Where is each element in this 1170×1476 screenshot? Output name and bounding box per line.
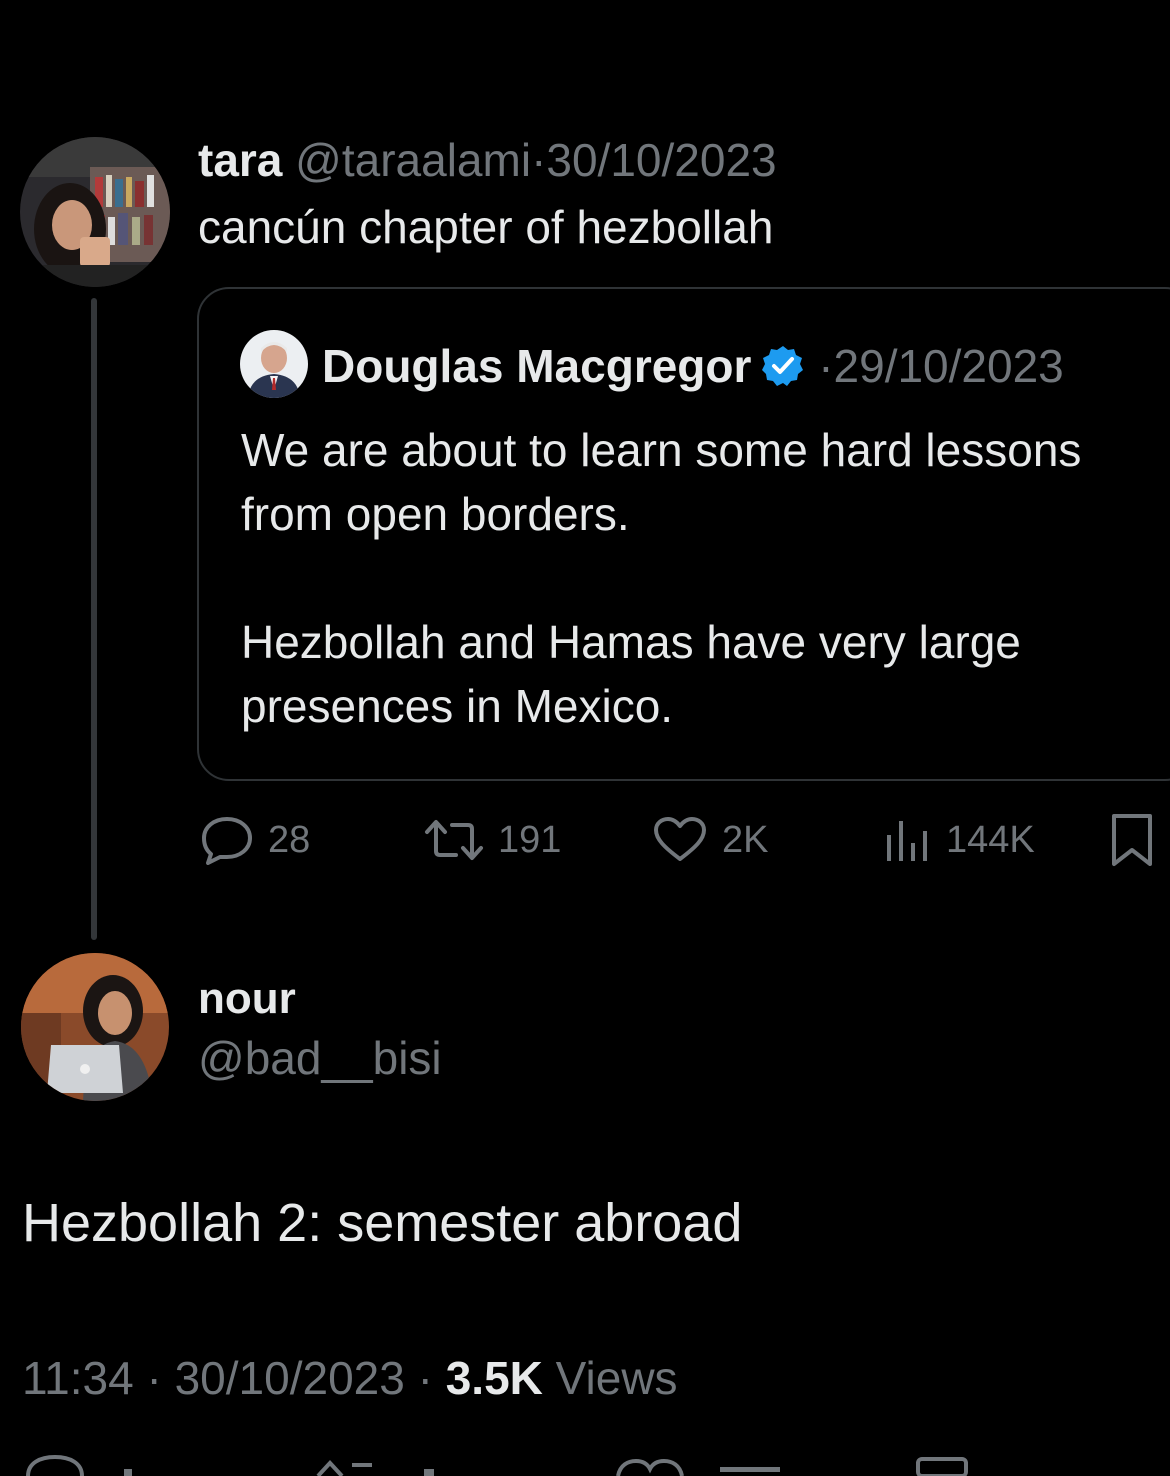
author-handle[interactable]: @taraalami — [295, 134, 531, 186]
reply-text: Hezbollah 2: semester abroad — [22, 1193, 743, 1253]
views-total: 3.5K — [445, 1352, 543, 1404]
bookmark-action[interactable] — [1108, 812, 1170, 868]
separator-dot: · — [531, 134, 547, 186]
quote-date[interactable]: 29/10/2023 — [834, 340, 1064, 392]
separator-dot: · — [146, 1352, 162, 1404]
views-label: Views — [555, 1352, 678, 1404]
reply-action[interactable]: 28 — [200, 812, 310, 868]
tweet-time[interactable]: 11:34 — [22, 1352, 134, 1404]
heart-icon — [654, 817, 706, 861]
retweet-count: 191 — [498, 818, 562, 861]
thread-connector-line — [91, 298, 97, 940]
reply-count: 28 — [268, 818, 311, 861]
like-count: 2K — [722, 818, 769, 861]
quote-author-avatar[interactable] — [240, 330, 308, 398]
tweet-full-date[interactable]: 30/10/2023 — [175, 1352, 405, 1404]
reply-author-handle[interactable]: @bad__bisi — [198, 1030, 442, 1086]
reply-author-name[interactable]: nour — [198, 972, 296, 1026]
separator-dot: · — [417, 1352, 433, 1404]
quote-header: Douglas Macgregor ·29/10/2023 — [322, 338, 1064, 400]
tara-avatar[interactable] — [20, 137, 170, 287]
retweet-icon — [425, 820, 483, 860]
bottom-action-bar — [0, 1455, 1170, 1476]
reply-icon — [202, 817, 252, 865]
tweet-text: cancún chapter of hezbollah — [198, 201, 774, 253]
tweet-header: tara @taraalami·30/10/2023 — [198, 132, 777, 188]
nour-avatar[interactable] — [21, 953, 169, 1101]
quote-author-name[interactable]: Douglas Macgregor — [322, 340, 751, 392]
separator-dot: · — [818, 340, 834, 392]
retweet-action[interactable]: 191 — [424, 812, 561, 868]
bookmark-icon — [1112, 814, 1152, 866]
tweet-meta: 11:34 · 30/10/2023 · 3.5K Views — [22, 1350, 678, 1406]
tweet-date[interactable]: 30/10/2023 — [546, 134, 776, 186]
quote-paragraph-1: We are about to learn some hard lessons … — [241, 424, 1082, 540]
views-count: 144K — [946, 818, 1035, 861]
verified-badge-icon — [761, 344, 805, 400]
like-action[interactable]: 2K — [652, 812, 768, 868]
analytics-icon — [887, 821, 927, 861]
quote-paragraph-2: Hezbollah and Hamas have very large pres… — [241, 616, 1021, 732]
views-action[interactable]: 144K — [882, 812, 1035, 868]
quote-text: We are about to learn some hard lessons … — [241, 418, 1170, 738]
author-name[interactable]: tara — [198, 134, 282, 186]
